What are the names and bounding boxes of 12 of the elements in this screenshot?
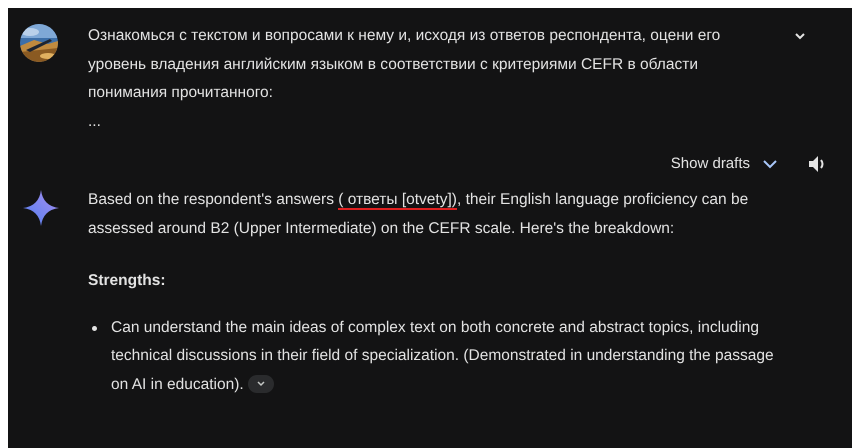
- expand-chip[interactable]: [248, 375, 274, 394]
- section-heading: Strengths:: [88, 271, 166, 291]
- response-text: Based on the respondent's answers ( ответы [otvety]), their English language proficiency can be assessed around B2 (Upper Intermediate) on the CEFR scale. Here's the breakdown:: [88, 190, 750, 238]
- chevron-icon: [257, 381, 266, 388]
- ellipsis-text: ...: [88, 112, 102, 132]
- chevron-icon: [794, 32, 806, 40]
- bullet-text: Can understand the main ideas of complex text on both concrete and abstract topics, including technical discussions in their field of specialization. (Demonstrated in understanding the passage on AI in education).: [111, 318, 775, 396]
- sparkle-icon: [23, 190, 59, 226]
- chevron-icon: [762, 158, 778, 168]
- prompt-text: Ознакомься с текстом и вопросами к нему и, исходя из ответов респондента, оцени его уровень владения английским языком в соответствии с критериями CEFR в области понимания прочитанного:: [88, 26, 722, 103]
- bullet-icon: [92, 326, 97, 330]
- show-drafts-button[interactable]: Show drafts: [666, 151, 782, 176]
